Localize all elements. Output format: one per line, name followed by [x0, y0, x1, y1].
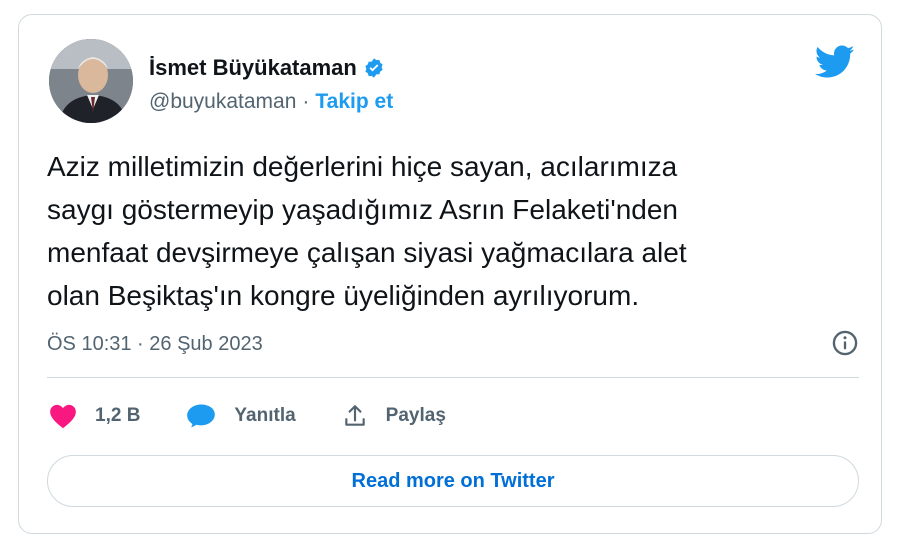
avatar[interactable] [49, 39, 133, 123]
verified-badge-icon [365, 58, 383, 78]
read-more-button[interactable]: Read more on Twitter [47, 455, 859, 507]
twitter-bird-icon[interactable] [815, 45, 855, 79]
tweet-meta: ÖS 10:31 · 26 Şub 2023 [47, 330, 859, 356]
tweet-text: Aziz milletimizin değerlerini hiçe sayan… [47, 151, 687, 311]
like-button[interactable]: 1,2 B [49, 403, 140, 429]
person-avatar-icon [49, 39, 133, 123]
share-button[interactable]: Paylaş [342, 403, 446, 429]
share-icon [344, 405, 365, 426]
reply-button[interactable]: Yanıtla [186, 403, 296, 429]
like-count: 1,2 B [95, 405, 141, 426]
tweet-timestamp[interactable]: ÖS 10:31 · 26 Şub 2023 [47, 333, 263, 355]
follow-link[interactable]: Takip et [315, 90, 393, 114]
author-name[interactable]: İsmet Büyükataman [149, 55, 357, 81]
reply-label: Yanıtla [234, 405, 296, 426]
share-label: Paylaş [385, 405, 446, 426]
author-name-row[interactable]: İsmet Büyükataman [149, 55, 385, 81]
reply-bubble-icon [187, 404, 216, 428]
handle-row: @buyukataman · Takip et [149, 90, 393, 114]
action-bar: 1,2 B Yanıtla Paylaş [49, 403, 492, 429]
handle-separator: · [302, 90, 310, 113]
divider [47, 377, 859, 378]
author-handle[interactable]: @buyukataman [149, 90, 296, 114]
heart-icon [50, 404, 76, 429]
tweet-card: İsmet Büyükataman @buyukataman · Takip e… [18, 14, 882, 534]
info-icon[interactable] [831, 329, 859, 357]
